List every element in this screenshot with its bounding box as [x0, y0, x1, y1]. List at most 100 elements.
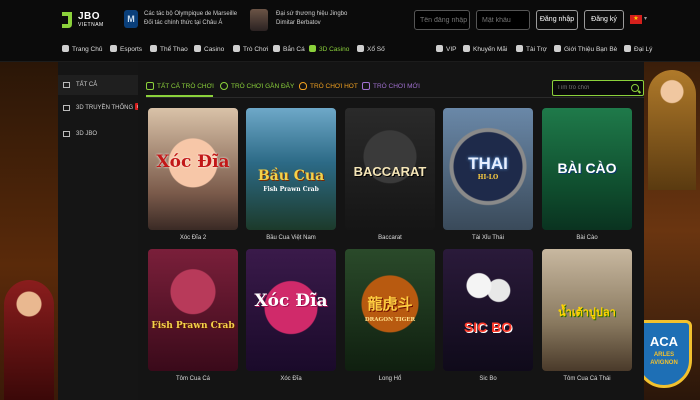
game-search-box[interactable] [552, 80, 644, 96]
sidebar-item-all[interactable]: TẤT CẢ [58, 75, 138, 95]
nav-esports[interactable]: Esports [110, 45, 142, 53]
sidebar-item-3d-jbo[interactable]: 3D JBO [58, 124, 138, 144]
game-art-title: Xóc Đĩa [156, 152, 230, 172]
game-thumbnail[interactable]: 龍虎斗 DRAGON TIGER [345, 249, 435, 371]
aca-arles-avignon-badge: ACA ARLES AVIGNON [636, 320, 692, 388]
sidebar-item-label: 3D TRUYỀN THỐNG [76, 105, 134, 111]
nav-casino-label: Casino [204, 46, 225, 53]
game-art-title: Fish Prawn Crab [151, 321, 235, 331]
fishing-icon [273, 45, 280, 52]
nav-fishing-label: Bắn Cá [283, 46, 305, 53]
games-icon [233, 45, 240, 52]
game-thumbnail[interactable]: THAI HI-LO [443, 108, 533, 230]
partner-line-1: Các tác bộ Olympique de Marseille [144, 11, 238, 17]
nav-promotions-label: Khuyến Mãi [473, 46, 508, 53]
game-lobby: TẤT CẢ TRÒ CHƠI TRÒ CHƠI GẦN ĐÂY TRÒ CHƠ… [138, 62, 644, 400]
game-name: Long Hổ [378, 376, 402, 382]
category-sidebar: TẤT CẢ 3D TRUYỀN THỐNGHOT 3D JBO [58, 62, 149, 400]
ambassador-line-1: Đại sứ thương hiệu Jingbo [276, 11, 348, 17]
game-name: Xóc Đĩa 2 [179, 235, 207, 241]
game-thumbnail[interactable]: Xóc Đĩa [246, 249, 336, 371]
sponsor-icon [516, 45, 523, 52]
agent-icon [624, 45, 631, 52]
register-button[interactable]: Đăng ký [584, 10, 624, 30]
search-icon[interactable] [631, 84, 639, 92]
flame-icon [299, 82, 307, 90]
password-input[interactable] [476, 10, 530, 30]
vip-icon [436, 45, 443, 52]
logo-text: JBO [78, 11, 101, 22]
game-thumbnail[interactable]: SIC BO [443, 249, 533, 371]
nav-vip-label: VIP [446, 46, 457, 53]
grid-icon [63, 82, 70, 88]
game-art-title: Xóc Đĩa [254, 291, 328, 311]
right-banner-dealer-image [648, 70, 696, 190]
game-art-title: THAI [468, 154, 508, 173]
game-thumbnail[interactable]: BÀI CÀO [542, 108, 632, 230]
ambassador-text: Đại sứ thương hiệu Jingbo Dimitar Berbat… [276, 10, 347, 28]
tab-new-games[interactable]: TRÒ CHƠI MỚI [362, 82, 420, 90]
game-name: Tôm Cua Cá Thái [563, 376, 611, 382]
partner-text: Các tác bộ Olympique de Marseille Đối tá… [144, 10, 237, 28]
nav-sponsors[interactable]: Tài Trợ [516, 45, 547, 53]
game-thumbnail[interactable]: น้ำเต้าปูปลา [542, 249, 632, 371]
username-input[interactable] [414, 10, 470, 30]
esports-icon [110, 45, 117, 52]
nav-home-label: Trang Chủ [72, 46, 103, 53]
tab-all-games-label: TẤT CẢ TRÒ CHƠI [157, 83, 214, 90]
tab-hot-games-label: TRÒ CHƠI HOT [310, 83, 358, 90]
game-thumbnail[interactable]: Fish Prawn Crab [148, 249, 238, 371]
nav-fishing[interactable]: Bắn Cá [273, 45, 305, 53]
language-dropdown-caret-icon[interactable]: ▾ [644, 15, 647, 22]
grid-icon [146, 82, 154, 90]
game-search-input[interactable] [557, 83, 627, 93]
game-art-title: BACCARAT [353, 164, 427, 179]
tab-recent-games[interactable]: TRÒ CHƠI GẦN ĐÂY [220, 82, 294, 90]
nav-refer-friends-label: Giới Thiệu Bạn Bè [564, 46, 618, 53]
game-art-title: SIC BO [463, 319, 513, 335]
nav-sports[interactable]: Thể Thao [150, 45, 188, 53]
nav-lottery[interactable]: Xổ Số [357, 45, 385, 53]
tab-divider [146, 97, 644, 98]
ambassador-photo [250, 9, 268, 31]
partner-line-2: Đối tác chính thức tại Châu Á [144, 20, 223, 26]
friends-icon [554, 45, 561, 52]
nav-games[interactable]: Trò Chơi [233, 45, 268, 53]
sidebar-item-3d-traditional[interactable]: 3D TRUYỀN THỐNGHOT [58, 98, 149, 118]
3d-casino-icon [309, 45, 316, 52]
tab-new-games-label: TRÒ CHƠI MỚI [373, 83, 420, 90]
game-art-subtitle: DRAGON TIGER [364, 317, 416, 323]
nav-3d-casino[interactable]: 3D Casino [309, 45, 349, 53]
sidebar-item-label: 3D JBO [76, 131, 98, 137]
top-header: JBO VIETNAM M Các tác bộ Olympique de Ma… [0, 0, 700, 40]
nav-esports-label: Esports [120, 46, 143, 53]
aca-line-2: AVIGNON [650, 360, 678, 366]
vietnam-flag-icon[interactable]: ★ [630, 15, 642, 24]
nav-vip[interactable]: VIP [436, 45, 456, 53]
nav-agent[interactable]: Đại Lý [624, 45, 652, 53]
casino-icon [194, 45, 201, 52]
nav-refer-friends[interactable]: Giới Thiệu Bạn Bè [554, 45, 617, 53]
aca-line-1: ARLES [653, 352, 675, 358]
tom-cua-ca-artwork [148, 249, 238, 371]
login-button[interactable]: Đăng nhập [536, 10, 578, 30]
dice-icon [63, 105, 70, 111]
game-name: Baccarat [378, 235, 402, 241]
nav-home[interactable]: Trang Chủ [62, 45, 102, 53]
tab-hot-games[interactable]: TRÒ CHƠI HOT [299, 82, 358, 90]
game-thumbnail[interactable]: BACCARAT [345, 108, 435, 230]
tab-recent-games-label: TRÒ CHƠI GẦN ĐÂY [231, 83, 295, 90]
nav-promotions[interactable]: Khuyến Mãi [463, 45, 507, 53]
tab-all-games[interactable]: TẤT CẢ TRÒ CHƠI [146, 82, 214, 90]
game-name: Bài Cào [576, 235, 598, 241]
nav-casino[interactable]: Casino [194, 45, 224, 53]
nav-3d-casino-label: 3D Casino [319, 46, 350, 53]
game-thumbnail[interactable]: Bầu Cua Fish Prawn Crab [246, 108, 336, 230]
ambassador-line-2: Dimitar Berbatov [276, 20, 321, 26]
olympique-marseille-crest-icon: M [124, 10, 138, 28]
clock-icon [220, 82, 228, 90]
game-thumbnail[interactable]: Xóc Đĩa [148, 108, 238, 230]
jbo-logo[interactable]: JBO VIETNAM [60, 10, 104, 32]
sidebar-item-label: TẤT CẢ [76, 82, 98, 88]
game-art-subtitle: HI-LO [477, 174, 499, 181]
